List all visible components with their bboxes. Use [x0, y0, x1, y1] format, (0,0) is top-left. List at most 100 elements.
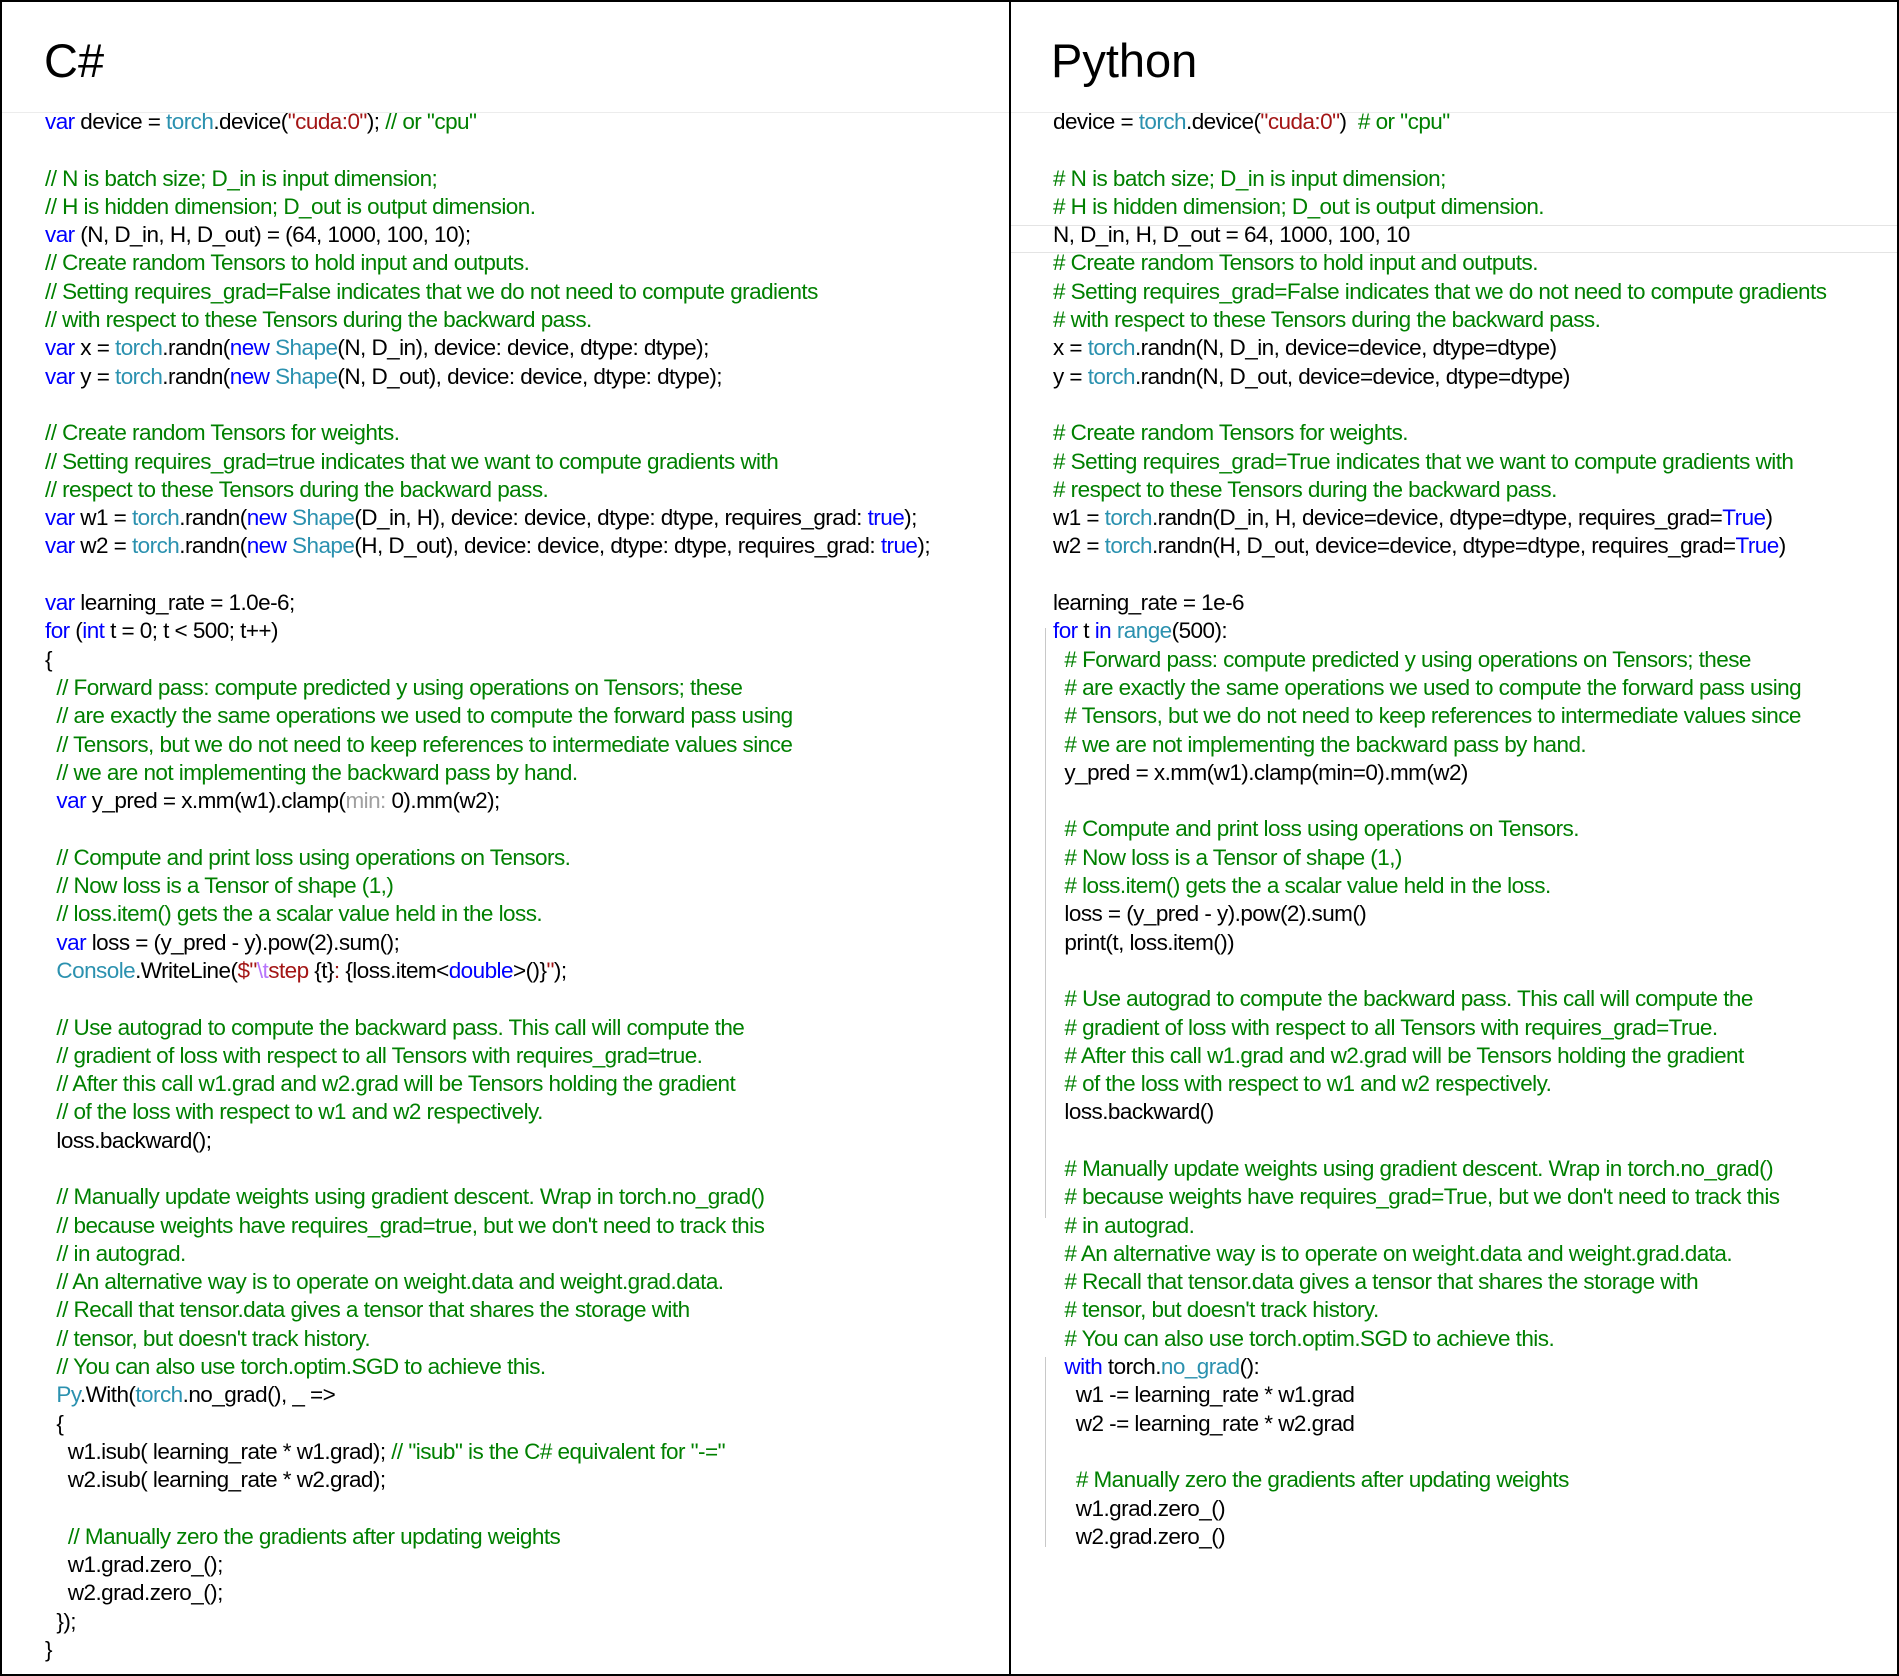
- code-type-name: no_grad: [1160, 1354, 1240, 1380]
- code-text: w2.isub( learning_rate * w2.grad);: [45, 1467, 386, 1493]
- code-line: # H is hidden dimension; D_out is output…: [1053, 193, 1826, 221]
- code-line: });: [45, 1608, 930, 1636]
- code-text: ): [1778, 533, 1786, 559]
- code-text: w2.grad.zero_(): [1053, 1523, 1226, 1549]
- code-comment: # You can also use torch.optim.SGD to ac…: [1064, 1325, 1555, 1351]
- code-line: var loss = (y_pred - y).pow(2).sum();: [45, 929, 930, 957]
- code-text: );: [904, 505, 917, 531]
- code-line: // Now loss is a Tensor of shape (1,): [45, 872, 930, 900]
- code-line: var learning_rate = 1.0e-6;: [45, 589, 930, 617]
- code-line: // Setting requires_grad=true indicates …: [45, 448, 930, 476]
- code-type-name: Console: [56, 957, 136, 983]
- panel-title-python: Python: [1051, 34, 1198, 87]
- code-line: var (N, D_in, H, D_out) = (64, 1000, 100…: [45, 221, 930, 249]
- code-text: (500):: [1171, 618, 1228, 644]
- code-comment: // After this call w1.grad and w2.grad w…: [56, 1071, 736, 1097]
- code-type-name: torch: [115, 335, 163, 361]
- code-line: // Forward pass: compute predicted y usi…: [45, 674, 930, 702]
- code-line: # After this call w1.grad and w2.grad wi…: [1053, 1042, 1826, 1070]
- code-line: Console.WriteLine($"\tstep {t}: {loss.it…: [45, 957, 930, 985]
- code-keyword: new: [246, 533, 287, 559]
- code-text: (N, D_in, H, D_out) = (64, 1000, 100, 10…: [74, 222, 471, 248]
- code-text: .WriteLine(: [135, 957, 238, 983]
- code-text: .randn(: [162, 335, 230, 361]
- panel-title-csharp: C#: [44, 34, 105, 87]
- code-line: // N is batch size; D_in is input dimens…: [45, 165, 930, 193]
- code-type-name: torch: [131, 533, 180, 559]
- code-keyword: true: [880, 533, 918, 559]
- code-string: ": [546, 957, 554, 983]
- code-text: w1 =: [1053, 505, 1105, 531]
- code-keyword: for: [1053, 618, 1078, 644]
- code-keyword: double: [448, 957, 514, 983]
- code-comment: // Setting requires_grad=False indicates…: [45, 278, 818, 304]
- code-text: 0).mm(w2);: [385, 788, 500, 814]
- code-line: for t in range(500):: [1053, 617, 1826, 645]
- code-line: # Manually zero the gradients after upda…: [1053, 1466, 1826, 1494]
- code-line: // because weights have requires_grad=tr…: [45, 1212, 930, 1240]
- code-type-name: Shape: [275, 363, 338, 389]
- code-text: .device(: [213, 109, 288, 134]
- csharp-panel: C# var device = torch.device("cuda:0"); …: [2, 0, 1009, 1676]
- code-escape: \t: [256, 957, 269, 983]
- code-line: var device = torch.device("cuda:0"); // …: [45, 108, 930, 136]
- code-line: # respect to these Tensors during the ba…: [1053, 476, 1826, 504]
- code-text: {loss.item<: [345, 957, 449, 983]
- code-text: (N, D_in), device: device, dtype: dtype)…: [337, 335, 709, 361]
- code-line: y = torch.randn(N, D_out, device=device,…: [1053, 363, 1826, 391]
- code-keyword: var: [45, 505, 75, 531]
- code-line: # gradient of loss with respect to all T…: [1053, 1014, 1826, 1042]
- csharp-code-block[interactable]: var device = torch.device("cuda:0"); // …: [45, 108, 931, 1664]
- code-text: w2 =: [1053, 533, 1105, 559]
- code-text: loss = (y_pred - y).pow(2).sum();: [86, 929, 400, 955]
- code-string: "cuda:0": [1260, 109, 1340, 134]
- code-text: );: [917, 533, 931, 559]
- python-code-block[interactable]: device = torch.device("cuda:0") # or "cp…: [1053, 108, 1827, 1551]
- code-line: # Tensors, but we do not need to keep re…: [1053, 702, 1826, 730]
- code-keyword: var: [45, 590, 75, 616]
- code-line: // Manually zero the gradients after upd…: [45, 1523, 930, 1551]
- code-line: x = torch.randn(N, D_in, device=device, …: [1053, 334, 1826, 362]
- code-comment: # Manually update weights using gradient…: [1064, 1155, 1774, 1181]
- code-text: w2.grad.zero_();: [45, 1580, 224, 1606]
- code-comment: # in autograd.: [1064, 1212, 1195, 1238]
- code-line: // Use autograd to compute the backward …: [45, 1014, 930, 1042]
- code-line: // of the loss with respect to w1 and w2…: [45, 1098, 930, 1126]
- code-keyword: var: [45, 109, 75, 134]
- code-line: // H is hidden dimension; D_out is outpu…: [45, 193, 930, 221]
- code-line: // loss.item() gets the a scalar value h…: [45, 900, 930, 928]
- code-string: :: [333, 957, 346, 983]
- code-line: // gradient of loss with respect to all …: [45, 1042, 930, 1070]
- code-text: x =: [1053, 335, 1088, 361]
- code-text: N, D_in, H, D_out = 64, 1000, 100, 10: [1053, 222, 1410, 248]
- code-line: w2.grad.zero_();: [45, 1579, 930, 1607]
- code-line: # because weights have requires_grad=Tru…: [1053, 1183, 1826, 1211]
- code-comment: # because weights have requires_grad=Tru…: [1064, 1184, 1780, 1210]
- code-keyword: with: [1064, 1354, 1103, 1380]
- code-comment: // H is hidden dimension; D_out is outpu…: [45, 193, 536, 219]
- code-keyword: var: [45, 335, 75, 361]
- code-comment: // Create random Tensors to hold input a…: [45, 250, 530, 276]
- code-text: {: [45, 646, 53, 672]
- code-text: ): [1765, 505, 1773, 531]
- code-line: w2.isub( learning_rate * w2.grad);: [45, 1466, 930, 1494]
- code-line: // An alternative way is to operate on w…: [45, 1268, 930, 1296]
- code-line: # Create random Tensors to hold input an…: [1053, 249, 1826, 277]
- code-line: // Compute and print loss using operatio…: [45, 844, 930, 872]
